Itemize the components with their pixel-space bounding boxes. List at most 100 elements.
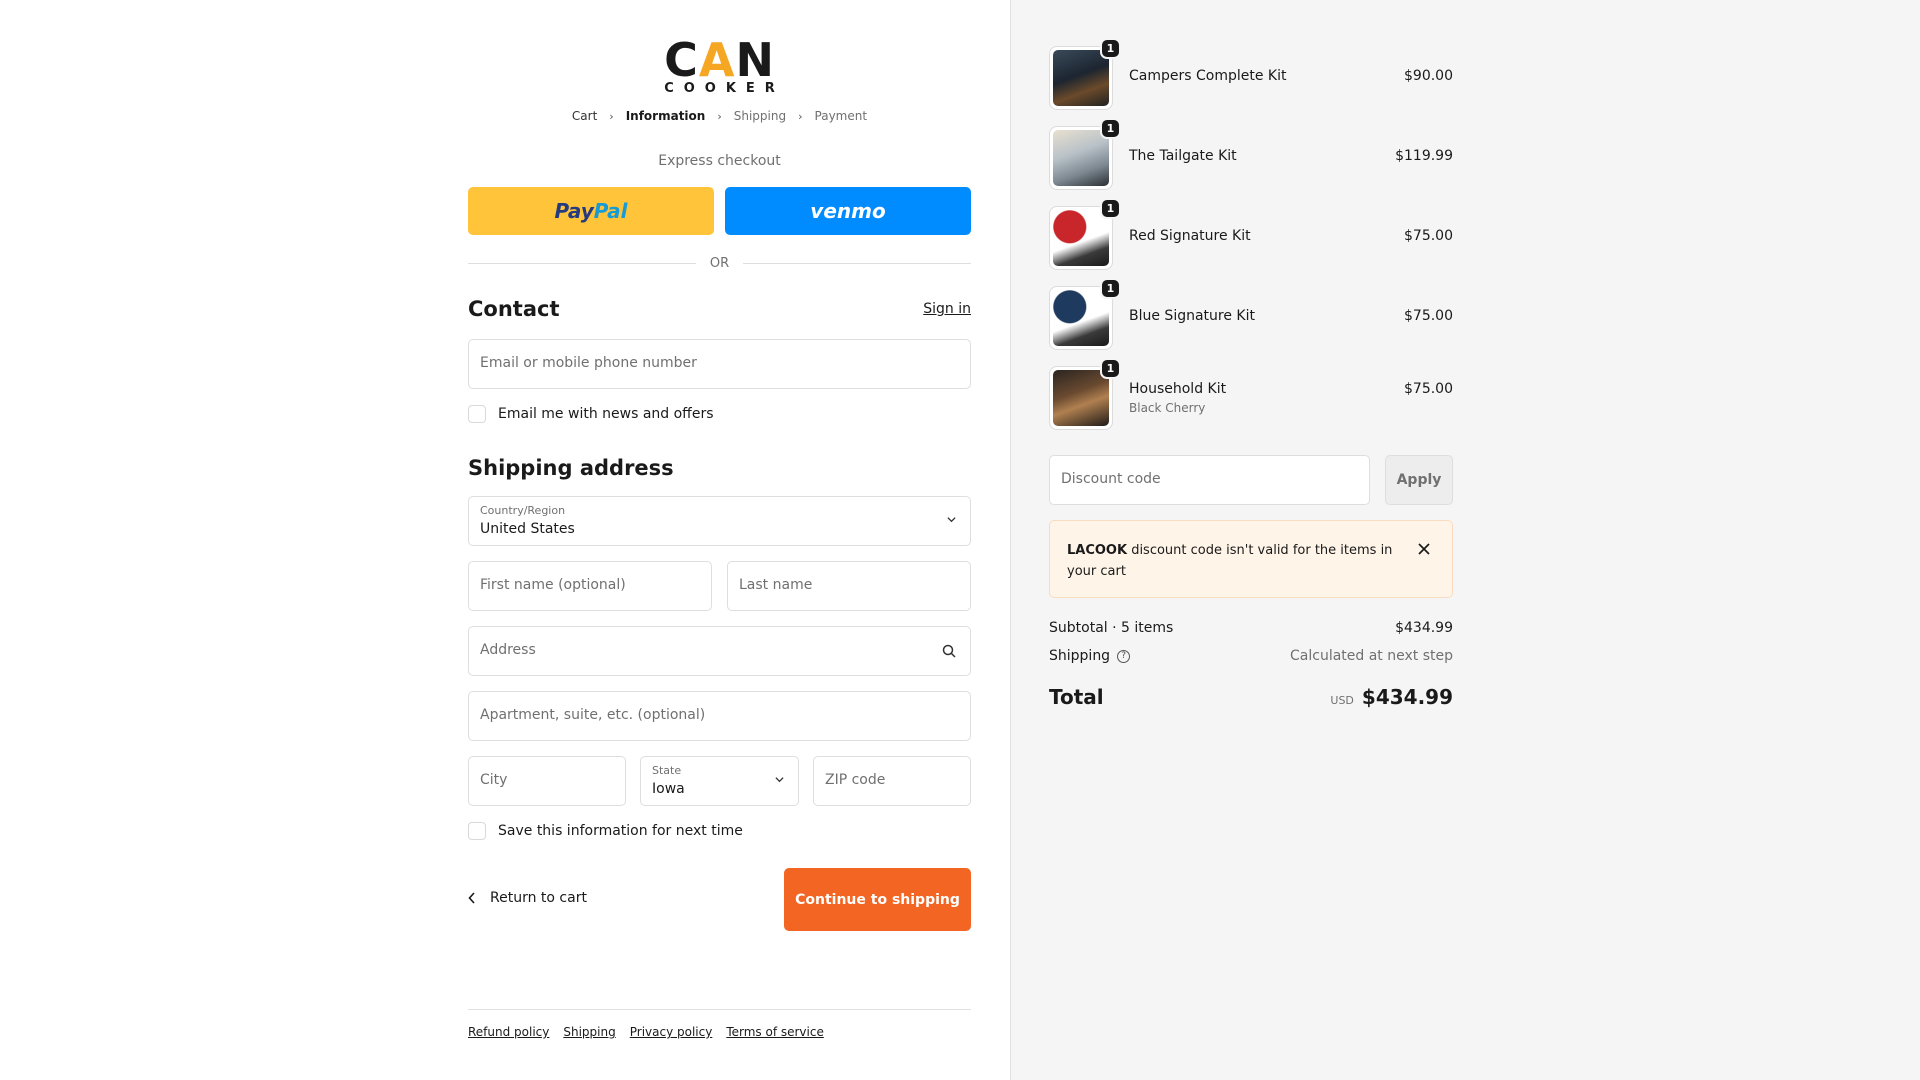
shipping-policy-link[interactable]: Shipping	[563, 1025, 615, 1039]
product-image	[1053, 370, 1109, 426]
divider-line	[468, 262, 696, 264]
product-image	[1053, 130, 1109, 186]
item-name: Campers Complete Kit	[1129, 68, 1287, 84]
email-placeholder: Email or mobile phone number	[480, 355, 697, 371]
product-image	[1053, 50, 1109, 106]
quantity-badge: 1	[1100, 358, 1121, 379]
total-label: Total	[1049, 685, 1104, 709]
paypal-label-pal: Pal	[593, 199, 628, 223]
shipping-value: Calculated at next step	[1290, 648, 1453, 664]
form-actions: Return to cart Continue to shipping	[468, 868, 971, 932]
city-placeholder: City	[480, 772, 508, 788]
alert-message: LACOOK discount code isn't valid for the…	[1067, 540, 1407, 582]
discount-code-field[interactable]: Discount code	[1049, 455, 1370, 505]
newsletter-label: Email me with news and offers	[498, 406, 714, 422]
item-name: Household Kit	[1129, 381, 1227, 397]
sign-in-link[interactable]: Sign in	[923, 301, 971, 317]
item-name: The Tailgate Kit	[1129, 148, 1237, 164]
save-info-checkbox-row[interactable]: Save this information for next time	[468, 821, 743, 841]
quantity-badge: 1	[1100, 198, 1121, 219]
subtotal-label: Subtotal · 5 items	[1049, 620, 1174, 636]
alert-code: LACOOK	[1067, 543, 1128, 558]
subtotal-row: Subtotal · 5 items $434.99	[1049, 620, 1453, 636]
checkout-form-panel: CAN COOKER Cart › Information › Shipping…	[0, 0, 1010, 1080]
terms-of-service-link[interactable]: Terms of service	[726, 1025, 824, 1039]
venmo-label: venmo	[810, 199, 886, 223]
zip-field[interactable]: ZIP code	[813, 756, 971, 806]
city-field[interactable]: City	[468, 756, 626, 806]
continue-to-shipping-button[interactable]: Continue to shipping	[784, 868, 971, 931]
cart-item: 1 Red Signature Kit $75.00	[1049, 198, 1453, 270]
apply-discount-button[interactable]: Apply	[1385, 455, 1453, 505]
address-field[interactable]: Address	[468, 626, 971, 676]
state-label: State	[652, 764, 682, 777]
breadcrumb-shipping: Shipping	[733, 109, 787, 123]
first-name-field[interactable]: First name (optional)	[468, 561, 712, 611]
return-to-cart-link[interactable]: Return to cart	[468, 890, 587, 906]
venmo-button[interactable]: venmo	[725, 187, 971, 235]
total-amount: USD $434.99	[1330, 685, 1453, 709]
email-field[interactable]: Email or mobile phone number	[468, 339, 971, 389]
paypal-button[interactable]: Pay Pal	[468, 187, 714, 235]
cart-item: 1 The Tailgate Kit $119.99	[1049, 118, 1453, 190]
breadcrumb-information: Information	[625, 109, 706, 123]
apartment-placeholder: Apartment, suite, etc. (optional)	[480, 707, 706, 723]
item-price: $75.00	[1404, 228, 1453, 244]
total-value: $434.99	[1361, 685, 1453, 709]
quantity-badge: 1	[1100, 118, 1121, 139]
chevron-left-icon	[468, 892, 475, 904]
item-price: $90.00	[1404, 68, 1453, 84]
order-summary-panel: 1 Campers Complete Kit $90.00 1 The Tail…	[1010, 0, 1920, 1080]
address-placeholder: Address	[480, 642, 536, 658]
save-info-checkbox[interactable]	[468, 822, 486, 840]
shipping-label: Shipping	[1049, 648, 1111, 664]
checkout-main: CAN COOKER Cart › Information › Shipping…	[468, 0, 972, 1080]
contact-heading: Contact	[468, 297, 560, 321]
total-row: Total USD $434.99	[1049, 685, 1453, 709]
privacy-policy-link[interactable]: Privacy policy	[630, 1025, 713, 1039]
refund-policy-link[interactable]: Refund policy	[468, 1025, 549, 1039]
save-info-label: Save this information for next time	[498, 823, 743, 839]
subtotal-value: $434.99	[1395, 620, 1453, 636]
product-image	[1053, 290, 1109, 346]
quantity-badge: 1	[1100, 278, 1121, 299]
footer-divider	[468, 1009, 971, 1010]
discount-error-alert: LACOOK discount code isn't valid for the…	[1049, 520, 1453, 598]
breadcrumb-payment: Payment	[814, 109, 868, 123]
country-label: Country/Region	[480, 504, 566, 517]
item-name: Blue Signature Kit	[1129, 308, 1255, 324]
newsletter-checkbox-row[interactable]: Email me with news and offers	[468, 404, 714, 424]
last-name-field[interactable]: Last name	[727, 561, 971, 611]
logo-sub-text: COOKER	[664, 81, 785, 96]
breadcrumb-cart[interactable]: Cart	[572, 109, 597, 123]
chevron-down-icon	[775, 777, 784, 783]
item-name: Red Signature Kit	[1129, 228, 1251, 244]
product-thumbnail: 1	[1049, 198, 1121, 270]
product-thumbnail: 1	[1049, 118, 1121, 190]
cart-item: 1 Blue Signature Kit $75.00	[1049, 278, 1453, 350]
newsletter-checkbox[interactable]	[468, 405, 486, 423]
product-thumbnail: 1	[1049, 358, 1121, 430]
country-select[interactable]: Country/Region United States	[468, 496, 971, 546]
state-select[interactable]: State Iowa	[640, 756, 799, 806]
help-icon[interactable]: ?	[1117, 649, 1131, 663]
shipping-row: Shipping? Calculated at next step	[1049, 648, 1453, 664]
state-value: Iowa	[652, 781, 685, 797]
footer-links: Refund policy Shipping Privacy policy Te…	[468, 1025, 824, 1039]
or-text: OR	[709, 255, 730, 271]
zip-placeholder: ZIP code	[825, 772, 886, 788]
express-checkout-title: Express checkout	[658, 153, 781, 169]
brand-logo[interactable]: CAN COOKER	[468, 33, 971, 96]
first-name-placeholder: First name (optional)	[480, 577, 626, 593]
total-currency: USD	[1330, 694, 1354, 707]
logo-main-text: CAN	[664, 33, 775, 87]
chevron-right-icon: ›	[609, 109, 614, 123]
shipping-address-heading: Shipping address	[468, 456, 674, 480]
apartment-field[interactable]: Apartment, suite, etc. (optional)	[468, 691, 971, 741]
cart-item: 1 Household Kit Black Cherry $75.00	[1049, 358, 1453, 430]
item-price: $75.00	[1404, 308, 1453, 324]
paypal-label-pay: Pay	[554, 199, 594, 223]
or-divider: OR	[468, 253, 972, 273]
close-icon[interactable]	[1418, 543, 1430, 555]
product-thumbnail: 1	[1049, 278, 1121, 350]
